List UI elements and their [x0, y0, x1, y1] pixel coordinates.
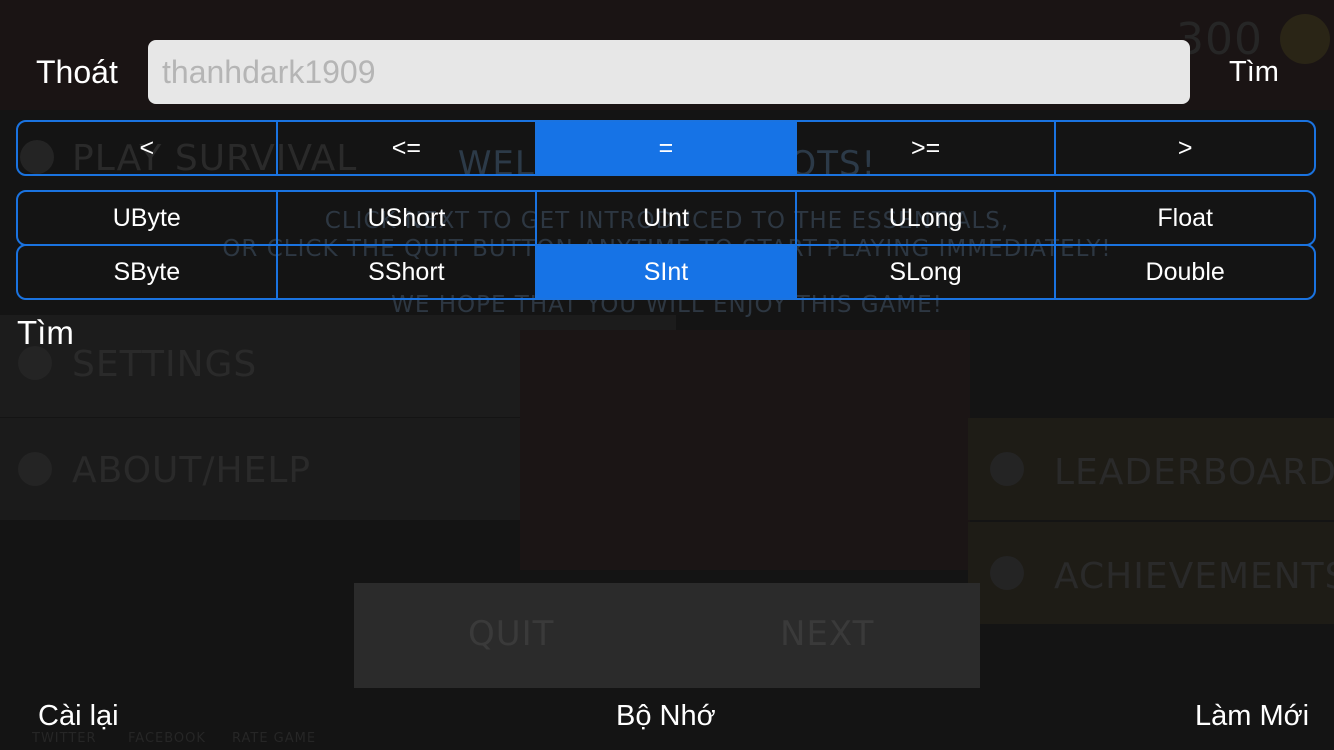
- exit-button[interactable]: Thoát: [36, 54, 118, 91]
- compare-greater-equal[interactable]: >=: [797, 122, 1057, 174]
- compare-less[interactable]: <: [18, 122, 278, 174]
- type-selector-row-2: SByte SShort SInt SLong Double: [16, 244, 1316, 300]
- search-overlay: Thoát Tìm < <= = >= > UByte UShort UInt …: [0, 0, 1334, 750]
- compare-greater[interactable]: >: [1056, 122, 1314, 174]
- type-selector-row-1: UByte UShort UInt ULong Float: [16, 190, 1316, 246]
- type-sbyte[interactable]: SByte: [18, 246, 278, 298]
- type-sshort[interactable]: SShort: [278, 246, 538, 298]
- compare-less-equal[interactable]: <=: [278, 122, 538, 174]
- memory-button[interactable]: Bộ Nhớ: [616, 700, 716, 733]
- comparison-selector: < <= = >= >: [16, 120, 1316, 176]
- type-ulong[interactable]: ULong: [797, 192, 1057, 244]
- type-float[interactable]: Float: [1056, 192, 1314, 244]
- results-section-label: Tìm: [17, 314, 74, 351]
- search-input[interactable]: [148, 40, 1190, 104]
- type-ubyte[interactable]: UByte: [18, 192, 278, 244]
- type-slong[interactable]: SLong: [797, 246, 1057, 298]
- type-ushort[interactable]: UShort: [278, 192, 538, 244]
- type-double[interactable]: Double: [1056, 246, 1314, 298]
- type-sint[interactable]: SInt: [537, 246, 797, 298]
- reset-button[interactable]: Cài lại: [38, 700, 119, 733]
- refresh-button[interactable]: Làm Mới: [1195, 700, 1309, 733]
- type-uint[interactable]: UInt: [537, 192, 797, 244]
- search-button[interactable]: Tìm: [1229, 56, 1279, 89]
- compare-equal[interactable]: =: [537, 122, 797, 174]
